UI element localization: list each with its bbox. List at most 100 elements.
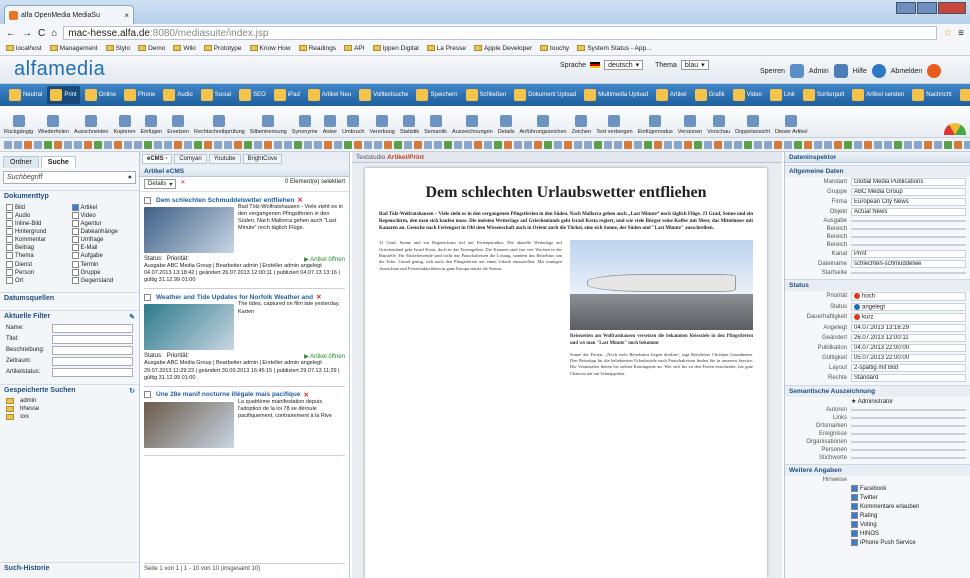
- doctype-checkbox[interactable]: Bild: [6, 204, 68, 211]
- ribbon-button[interactable]: Anführungszeichen: [520, 115, 567, 135]
- close-tab-icon[interactable]: ×: [124, 11, 129, 20]
- nav-item[interactable]: Neutral: [6, 86, 45, 104]
- field-value[interactable]: schlechten-schmuddelwe: [851, 260, 966, 268]
- home-icon[interactable]: ⌂: [51, 28, 57, 39]
- field-value[interactable]: kurz: [851, 313, 966, 322]
- tab-ecms[interactable]: eCMS -: [142, 154, 173, 164]
- ribbon-button[interactable]: Semantik: [424, 115, 447, 135]
- article-body-right[interactable]: Sonne der Ferien: „Noch viele Reisebüros…: [570, 352, 753, 377]
- nav-item[interactable]: Volltextsuche: [356, 86, 411, 104]
- browser-tab[interactable]: alfa OpenMedia MediaSu ×: [4, 5, 134, 24]
- bookmark-item[interactable]: Demo: [138, 45, 165, 52]
- bookmark-item[interactable]: touchy: [540, 45, 569, 52]
- option-value[interactable]: Kommentare erlauben: [851, 502, 966, 510]
- logout-link[interactable]: Abmelden: [891, 68, 923, 75]
- doctype-checkbox[interactable]: Person: [6, 268, 68, 276]
- ribbon-button[interactable]: Kopieren: [114, 115, 136, 135]
- ribbon-button[interactable]: Rückgängig: [4, 115, 33, 135]
- ribbon-button[interactable]: Dieser Artikel: [775, 115, 807, 135]
- format-icon[interactable]: [724, 140, 732, 149]
- format-icon[interactable]: [694, 140, 702, 149]
- semantic-value[interactable]: [851, 408, 966, 411]
- doctype-checkbox[interactable]: Gruppe: [71, 268, 134, 276]
- semantic-value[interactable]: [851, 432, 966, 435]
- article-headline[interactable]: Dem schlechten Urlaubswetter entfliehen: [379, 183, 753, 202]
- author-value[interactable]: ★ Administrator: [851, 398, 966, 405]
- forward-icon[interactable]: →: [22, 28, 32, 39]
- format-icon[interactable]: [644, 140, 652, 149]
- checkbox-icon[interactable]: [71, 276, 79, 284]
- tab-comyan[interactable]: Comyan: [174, 154, 207, 164]
- field-value[interactable]: 2-spaltig mit Bild: [851, 363, 966, 372]
- search-input[interactable]: Suchbegriff ●: [3, 171, 136, 184]
- checkbox-icon[interactable]: [6, 228, 13, 236]
- nav-item[interactable]: Statistik: [957, 86, 970, 104]
- format-icon[interactable]: [544, 140, 552, 149]
- admin-link[interactable]: Admin: [809, 68, 829, 75]
- field-value[interactable]: [851, 272, 966, 274]
- format-icon[interactable]: [184, 140, 192, 149]
- field-value[interactable]: [851, 228, 966, 230]
- ribbon-button[interactable]: Ersetzen: [167, 115, 189, 135]
- format-icon[interactable]: [764, 140, 772, 149]
- format-icon[interactable]: [824, 140, 832, 149]
- article-title[interactable]: Une 28e manif nocturne illégale mais pac…: [144, 391, 345, 399]
- select-checkbox[interactable]: [144, 196, 151, 204]
- format-icon[interactable]: [354, 140, 362, 149]
- help-icon[interactable]: [871, 64, 886, 78]
- semantic-group[interactable]: Semantische Auszeichnung: [785, 384, 970, 397]
- checkbox-icon[interactable]: [851, 521, 858, 529]
- save-filter-icon[interactable]: ✎: [129, 313, 135, 321]
- format-icon[interactable]: [124, 140, 132, 149]
- ribbon-button[interactable]: Einfügemodus: [638, 115, 673, 135]
- format-icon[interactable]: [404, 140, 412, 149]
- doctype-checkbox[interactable]: Hintergrund: [6, 228, 68, 235]
- format-icon[interactable]: [634, 140, 642, 149]
- option-row[interactable]: Voting: [785, 520, 970, 529]
- format-icon[interactable]: [584, 140, 592, 149]
- nav-item[interactable]: Multimedia Upload: [581, 86, 651, 104]
- field-value[interactable]: angelegt: [851, 302, 966, 312]
- format-icon[interactable]: [684, 140, 692, 149]
- format-icon[interactable]: [964, 140, 970, 149]
- doctype-checkbox[interactable]: Aufgabe: [71, 252, 134, 260]
- format-icon[interactable]: [14, 140, 22, 149]
- format-icon[interactable]: [284, 140, 292, 149]
- format-icon[interactable]: [204, 140, 212, 149]
- nav-item[interactable]: Speichern: [413, 86, 460, 104]
- format-icon[interactable]: [794, 140, 802, 149]
- checkbox-icon[interactable]: [6, 204, 13, 211]
- option-row[interactable]: Twitter: [785, 493, 970, 502]
- field-value[interactable]: Print: [851, 250, 966, 258]
- bookmark-item[interactable]: System Status - App...: [577, 45, 652, 52]
- format-icon[interactable]: [34, 140, 42, 149]
- article-card[interactable]: Une 28e manif nocturne illégale mais pac…: [144, 391, 345, 456]
- checkbox-icon[interactable]: [851, 502, 858, 510]
- checkbox-icon[interactable]: [71, 204, 79, 211]
- status-group[interactable]: Status: [785, 279, 970, 291]
- nav-item[interactable]: Link: [767, 86, 798, 104]
- field-value[interactable]: [851, 236, 966, 238]
- semantic-value[interactable]: [851, 440, 966, 443]
- ribbon-button[interactable]: Ausschneiden: [74, 115, 109, 135]
- article-card[interactable]: Weather and Tide Updates for Norfolk Wea…: [144, 293, 345, 387]
- format-icon[interactable]: [804, 140, 812, 149]
- field-value[interactable]: Global Media Publications: [851, 178, 966, 186]
- article-thumbnail[interactable]: [144, 207, 234, 253]
- minimize-button[interactable]: [896, 2, 916, 14]
- format-icon[interactable]: [874, 140, 882, 149]
- format-icon[interactable]: [554, 140, 562, 149]
- format-icon[interactable]: [254, 140, 262, 149]
- history-header[interactable]: Such-Historie: [0, 562, 139, 574]
- format-icon[interactable]: [714, 140, 722, 149]
- format-icon[interactable]: [4, 140, 12, 149]
- semantic-value[interactable]: [851, 448, 966, 451]
- checkbox-icon[interactable]: [851, 484, 858, 492]
- bookmark-item[interactable]: Prototype: [203, 45, 242, 52]
- ribbon-button[interactable]: Auszeichnungen: [452, 115, 493, 135]
- power-icon[interactable]: [927, 64, 942, 78]
- ribbon-button[interactable]: Vorschau: [707, 115, 730, 135]
- format-icon[interactable]: [94, 140, 102, 149]
- checkbox-icon[interactable]: [6, 276, 13, 284]
- format-icon[interactable]: [854, 140, 862, 149]
